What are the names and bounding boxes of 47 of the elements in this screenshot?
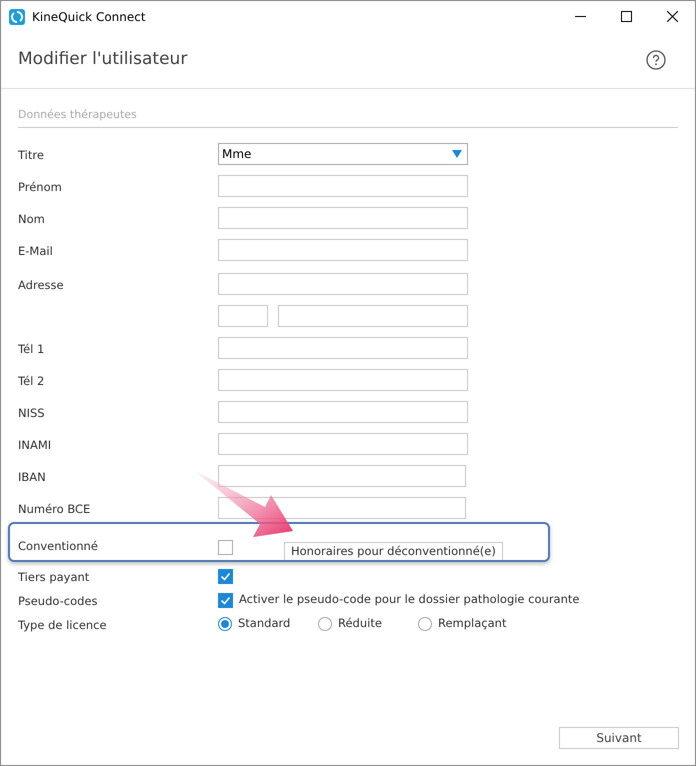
window-title: KineQuick Connect — [32, 8, 146, 26]
field-label: Adresse — [18, 278, 64, 292]
dropdown[interactable]: Mme — [218, 143, 468, 165]
radio-label: Standard — [238, 615, 290, 632]
checkbox-label: Activer le pseudo-code pour le dossier pathologie courante — [239, 591, 580, 608]
input-field[interactable] — [218, 465, 466, 487]
app-logo-icon — [9, 8, 25, 24]
close-icon — [666, 11, 678, 22]
checkbox[interactable] — [218, 568, 233, 584]
checkbox[interactable] — [218, 540, 233, 554]
help-icon[interactable] — [646, 50, 666, 70]
field-label: Type de licence — [18, 618, 107, 632]
field-label: NISS — [18, 406, 45, 420]
radio-button[interactable] — [418, 617, 432, 631]
field-label: Tél 1 — [18, 342, 44, 356]
page-title: Modifier l'utilisateur — [18, 48, 188, 72]
radio-button[interactable] — [218, 617, 232, 631]
fee-button[interactable]: Honoraires pour déconventionné(e) — [284, 542, 503, 562]
input-field[interactable] — [218, 337, 468, 359]
field-label: Tiers payant — [18, 570, 90, 584]
section-title: Données thérapeutes — [18, 108, 137, 121]
input-field[interactable] — [218, 433, 468, 455]
field-label: Numéro BCE — [18, 502, 90, 516]
field-label: IBAN — [18, 470, 46, 484]
field-label: Prénom — [18, 180, 62, 194]
radio-label: Remplaçant — [438, 615, 506, 632]
field-label: Tél 2 — [18, 374, 44, 388]
radio-label: Réduite — [338, 615, 382, 632]
input-field[interactable] — [218, 401, 468, 423]
input-field[interactable] — [218, 273, 468, 295]
input-field[interactable] — [218, 369, 468, 391]
input-field[interactable] — [278, 305, 468, 327]
field-label: E-Mail — [18, 244, 53, 258]
next-button[interactable]: Suivant — [559, 727, 679, 749]
input-field[interactable] — [218, 207, 468, 229]
field-label: Pseudo-codes — [18, 594, 98, 608]
field-label: Titre — [18, 148, 44, 162]
maximize-icon — [620, 11, 632, 22]
input-field[interactable] — [218, 305, 268, 327]
field-label: Conventionné — [18, 539, 98, 553]
caret-icon — [452, 150, 462, 158]
field-label: Nom — [18, 212, 45, 226]
checkbox[interactable] — [218, 592, 233, 608]
radio-button[interactable] — [318, 617, 332, 631]
input-field[interactable] — [218, 175, 468, 197]
field-label: INAMI — [18, 438, 52, 452]
input-field[interactable] — [218, 239, 468, 261]
